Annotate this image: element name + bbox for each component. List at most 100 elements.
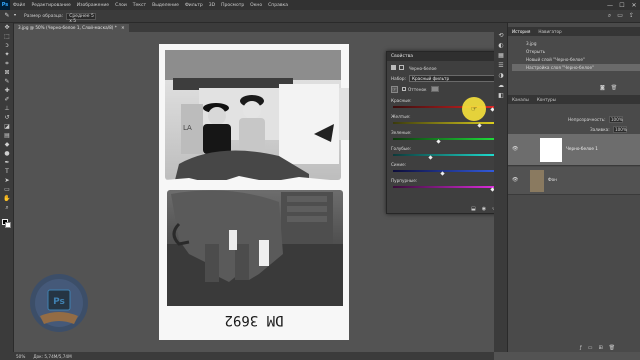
slider-thumb[interactable] — [477, 123, 482, 128]
history-panel-icon[interactable]: ⟲ — [494, 31, 508, 41]
layer-type-row: Черно-белое — [391, 65, 437, 71]
history-snapshot[interactable]: 3.jpg — [512, 40, 640, 47]
share-icon[interactable]: ⇪ — [629, 12, 634, 20]
workspace-icon[interactable]: ▭ — [617, 12, 623, 20]
opacity-input[interactable]: 100% — [608, 116, 623, 123]
tools-panel: ✥ ⬚ ↄ ✦ ⌗ ⊠ ✎ ✚ ✐ ⊥ ↺ ◪ ▤ ◆ ● ✒ T ➤ ▭ ✋ … — [0, 23, 14, 352]
preset-label: Набор: — [391, 76, 406, 81]
hand-tool-icon[interactable]: ✋ — [0, 194, 14, 203]
stamp-tool-icon[interactable]: ⊥ — [0, 104, 14, 113]
zoom-tool-icon[interactable]: ⌕ — [0, 203, 14, 212]
type-tool-icon[interactable]: T — [0, 167, 14, 176]
background-color-swatch[interactable] — [5, 222, 11, 228]
trash-icon[interactable]: 🗑 — [609, 345, 615, 351]
frame-tool-icon[interactable]: ⊠ — [0, 68, 14, 77]
eraser-tool-icon[interactable]: ◪ — [0, 122, 14, 131]
menu-type[interactable]: Текст — [130, 3, 149, 8]
slider-label: Желтые: — [391, 114, 411, 119]
history-item-active[interactable]: Настройка слоя "Черно-белое" — [512, 64, 640, 71]
layers-footer: ƒ ▭ ⊞ 🗑 — [580, 345, 615, 351]
fill-input[interactable]: 100% — [612, 126, 627, 133]
menu-file[interactable]: Файл — [10, 3, 28, 8]
swatches-panel-icon[interactable]: ▦ — [494, 51, 508, 61]
menu-layers[interactable]: Слои — [112, 3, 130, 8]
slider-thumb[interactable] — [428, 155, 433, 160]
trash-icon[interactable]: 🗑 — [611, 85, 617, 91]
pen-tool-icon[interactable]: ✒ — [0, 158, 14, 167]
history-item[interactable]: Новый слой "Черно-белое" — [512, 56, 640, 63]
adjustment-icon — [391, 65, 396, 70]
layer-mask-thumbnail[interactable] — [540, 138, 562, 162]
crop-tool-icon[interactable]: ⌗ — [0, 59, 14, 68]
slider-label: Зеленые: — [391, 130, 412, 135]
document-info: Док: 5,74М/5,74М — [33, 353, 72, 359]
eyedropper-tool-icon[interactable]: ✎ — [0, 77, 14, 86]
close-tab-icon[interactable]: ✕ — [121, 25, 125, 30]
history-snapshot-label: 3.jpg — [526, 41, 537, 46]
minimize-button[interactable]: — — [604, 2, 616, 9]
search-icon[interactable]: ⌕ — [608, 12, 611, 20]
menu-edit[interactable]: Редактирование — [28, 3, 73, 8]
slider-thumb[interactable] — [436, 139, 441, 144]
menu-window[interactable]: Окно — [247, 3, 265, 8]
layer-row-background[interactable]: 👁 Фон — [508, 167, 640, 195]
history-item-label: Открыть — [526, 49, 546, 54]
eye-icon[interactable]: 👁 — [512, 177, 518, 183]
eye-icon[interactable]: 👁 — [512, 146, 518, 152]
layer-thumbnail[interactable] — [530, 170, 544, 192]
new-layer-icon[interactable]: ⊞ — [599, 345, 603, 351]
history-brush-tool-icon[interactable]: ↺ — [0, 113, 14, 122]
slider-label: Голубые: — [391, 146, 412, 151]
quick-select-tool-icon[interactable]: ✦ — [0, 50, 14, 59]
move-tool-icon[interactable]: ✥ — [0, 23, 14, 32]
menu-help[interactable]: Справка — [265, 3, 291, 8]
color-panel-icon[interactable]: ◐ — [494, 41, 508, 51]
menu-3d[interactable]: 3D — [206, 3, 218, 8]
lasso-tool-icon[interactable]: ↄ — [0, 41, 14, 50]
menu-view[interactable]: Просмотр — [218, 3, 247, 8]
tint-color-swatch[interactable] — [431, 86, 439, 92]
menu-filter[interactable]: Фильтр — [182, 3, 206, 8]
properties-title: Свойства — [391, 54, 413, 59]
path-select-tool-icon[interactable]: ➤ — [0, 176, 14, 185]
document-tab[interactable]: 3.jpg @ 50% (Черно-белое 1, Слой-маска/8… — [14, 24, 129, 32]
tab-navigator[interactable]: Навигатор — [538, 29, 561, 34]
marquee-tool-icon[interactable]: ⬚ — [0, 32, 14, 41]
menu-select[interactable]: Выделение — [149, 3, 182, 8]
opacity-control: Непрозрачность: 100% — [512, 116, 623, 123]
tab-channels[interactable]: Каналы — [512, 97, 529, 102]
tint-checkbox[interactable] — [402, 87, 406, 91]
blur-tool-icon[interactable]: ◆ — [0, 140, 14, 149]
document-canvas[interactable]: LA DM 3692 — [159, 44, 349, 340]
clip-icon[interactable]: ⬓ — [471, 206, 476, 212]
adjustments-panel-icon[interactable]: ◑ — [494, 71, 508, 81]
menu-image[interactable]: Изображение — [74, 3, 112, 8]
fill-control: Заливка: 100% — [512, 126, 627, 133]
dodge-tool-icon[interactable]: ● — [0, 149, 14, 158]
gradient-tool-icon[interactable]: ▤ — [0, 131, 14, 140]
tab-history[interactable]: История — [512, 29, 530, 34]
fx-icon[interactable]: ƒ — [580, 345, 582, 351]
tab-paths[interactable]: Контуры — [537, 97, 556, 102]
eyedropper-icon[interactable]: ✎ — [2, 12, 12, 21]
shape-tool-icon[interactable]: ▭ — [0, 185, 14, 194]
slider-label: Синие: — [391, 162, 407, 167]
layer-row-adjustment[interactable]: 👁 Черно-белое 1 — [508, 134, 640, 166]
camera-icon[interactable]: ◙ — [600, 85, 605, 91]
brush-tool-icon[interactable]: ✐ — [0, 95, 14, 104]
history-item[interactable]: Открыть — [512, 48, 640, 55]
zoom-level[interactable]: 50% — [16, 354, 25, 359]
layers-panel-icon[interactable]: ◧ — [494, 91, 508, 101]
slider-thumb[interactable] — [440, 171, 445, 176]
layer-name: Фон — [548, 177, 557, 182]
properties-panel-icon[interactable]: ☰ — [494, 61, 508, 71]
sample-size-select[interactable]: Среднее 5 x 5 — [66, 12, 97, 24]
chevron-down-icon[interactable]: ▾ — [12, 12, 18, 21]
folder-icon[interactable]: ▭ — [588, 345, 593, 351]
maximize-button[interactable]: ☐ — [616, 2, 628, 9]
close-window-button[interactable]: ✕ — [628, 2, 640, 9]
libraries-panel-icon[interactable]: ☁ — [494, 81, 508, 91]
visibility-toggle-icon[interactable]: ◉ — [482, 206, 486, 212]
healing-tool-icon[interactable]: ✚ — [0, 86, 14, 95]
target-adjust-icon[interactable]: ☞ — [391, 86, 398, 93]
